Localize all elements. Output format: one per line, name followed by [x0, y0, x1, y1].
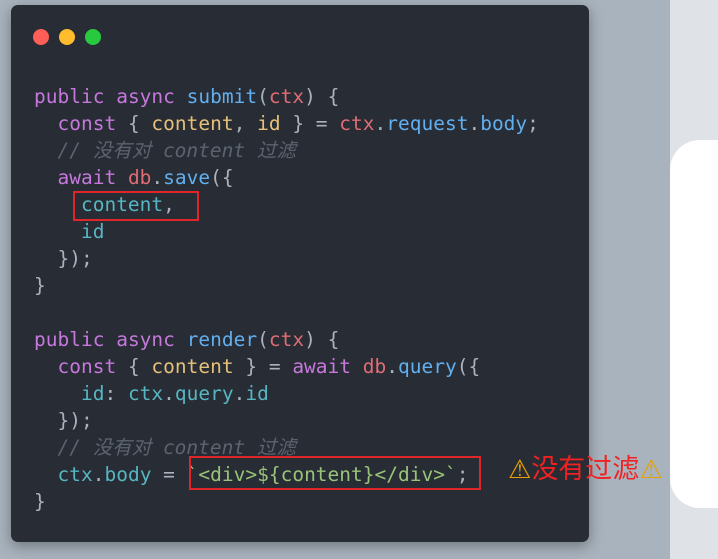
maximize-dot-icon[interactable] [85, 29, 101, 45]
close-dot-icon[interactable] [33, 29, 49, 45]
variable: content [151, 112, 234, 135]
variable: id [257, 112, 281, 135]
punctuation: ({ [456, 355, 481, 378]
code-line-8: } [34, 274, 46, 297]
code-comment: // 没有对 content 过滤 [57, 139, 296, 162]
property: query [174, 382, 234, 405]
punctuation: }); [57, 409, 93, 432]
keyword: await [57, 166, 117, 189]
punctuation: } [34, 274, 46, 297]
punctuation: } = [280, 112, 340, 135]
keyword: public [34, 328, 105, 351]
variable: content [151, 355, 234, 378]
code-line-4: await db.save({ [34, 166, 234, 189]
method-name: save [163, 166, 211, 189]
warning-icon: ⚠ [508, 455, 532, 485]
object: db [127, 166, 152, 189]
code-line-16: } [34, 490, 46, 513]
code-line-3: // 没有对 content 过滤 [34, 139, 296, 162]
keyword: async [116, 328, 175, 351]
parameter: ctx [268, 85, 305, 108]
property: id [245, 382, 269, 405]
punctuation: }); [57, 247, 93, 270]
punctuation: ; [527, 112, 539, 135]
function-name: submit [186, 85, 258, 108]
code-line-13: }); [34, 409, 93, 432]
function-name: render [186, 328, 258, 351]
warning-icon: ⚠ [639, 455, 663, 485]
punctuation: . [163, 382, 175, 405]
object-key: id [80, 382, 105, 405]
punctuation: } = [233, 355, 293, 378]
punctuation: ( [257, 328, 269, 351]
method-name: query [398, 355, 457, 378]
object: ctx [339, 112, 375, 135]
object: ctx [127, 382, 164, 405]
keyword: public [34, 85, 105, 108]
code-line-10: public async render(ctx) { [34, 328, 339, 351]
punctuation: ( [257, 85, 269, 108]
punctuation: ({ [210, 166, 234, 189]
punctuation: . [386, 355, 398, 378]
punctuation: . [374, 112, 387, 135]
punctuation: : [104, 382, 128, 405]
minimize-dot-icon[interactable] [59, 29, 75, 45]
keyword: await [292, 355, 352, 378]
property: body [104, 463, 152, 486]
punctuation: , [233, 112, 258, 135]
code-line-12: id: ctx.query.id [34, 382, 269, 405]
punctuation: . [151, 166, 164, 189]
punctuation: { [127, 112, 152, 135]
warning-annotation: ⚠没有过滤⚠ [508, 447, 663, 486]
code-block: public async submit(ctx) { const { conte… [34, 83, 539, 515]
code-line-2: const { content, id } = ctx.request.body… [34, 112, 539, 135]
variable: id [80, 220, 105, 243]
parameter: ctx [268, 328, 305, 351]
property: request [386, 112, 469, 135]
punctuation: { [127, 355, 152, 378]
punctuation: ) { [304, 328, 340, 351]
background-card [670, 140, 718, 508]
window-controls [33, 29, 101, 45]
highlight-box-content [73, 191, 199, 221]
punctuation: } [34, 490, 46, 513]
punctuation: = [151, 463, 187, 486]
punctuation: . [233, 382, 246, 405]
code-line-7: }); [34, 247, 93, 270]
punctuation: . [468, 112, 481, 135]
keyword: const [57, 355, 117, 378]
punctuation: . [92, 463, 105, 486]
code-window: public async submit(ctx) { const { conte… [11, 5, 589, 542]
property: body [480, 112, 528, 135]
keyword: const [57, 112, 117, 135]
object: db [362, 355, 387, 378]
annotation-text: 没有过滤 [531, 454, 640, 485]
code-line-6: id [34, 220, 104, 243]
keyword: async [116, 85, 175, 108]
highlight-box-template [189, 456, 481, 490]
code-line-1: public async submit(ctx) { [34, 85, 339, 108]
object: ctx [57, 463, 93, 486]
code-line-11: const { content } = await db.query({ [34, 355, 480, 378]
punctuation: ) { [304, 85, 340, 108]
